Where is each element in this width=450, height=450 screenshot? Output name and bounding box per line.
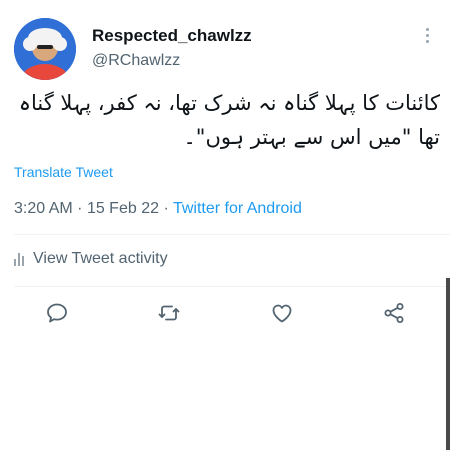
heart-icon[interactable] — [267, 298, 297, 328]
view-tweet-activity-button[interactable]: View Tweet activity — [14, 250, 168, 268]
tweet-meta: 3:20 AM · 15 Feb 22 · Twitter for Androi… — [14, 200, 302, 218]
more-vertical-icon[interactable] — [424, 28, 430, 46]
tweet-date[interactable]: 15 Feb 22 — [87, 200, 159, 217]
tweet-header: Respected_chawlzz @RChawlzz — [14, 16, 436, 80]
tweet-time[interactable]: 3:20 AM — [14, 200, 73, 217]
user-handle[interactable]: @RChawlzz — [92, 51, 252, 71]
divider — [14, 234, 450, 235]
reply-icon[interactable] — [42, 298, 72, 328]
avatar-image — [14, 18, 76, 80]
tweet-source-link[interactable]: Twitter for Android — [173, 200, 302, 217]
tweet-text: کائنات کا پہلا گناہ نہ شرک تھا، نہ کفر، … — [18, 91, 440, 149]
user-names: Respected_chawlzz @RChawlzz — [92, 26, 252, 71]
tweet-actions — [0, 298, 450, 334]
scrollbar[interactable] — [446, 278, 450, 450]
divider — [14, 286, 450, 287]
bar-chart-icon — [14, 252, 24, 266]
display-name[interactable]: Respected_chawlzz — [92, 26, 252, 46]
activity-label: View Tweet activity — [33, 250, 168, 267]
meta-separator: · — [163, 200, 169, 217]
share-icon[interactable] — [379, 298, 409, 328]
avatar[interactable] — [14, 18, 76, 80]
retweet-icon[interactable] — [154, 298, 184, 328]
translate-tweet-link[interactable]: Translate Tweet — [14, 164, 113, 180]
meta-separator: · — [77, 200, 83, 217]
